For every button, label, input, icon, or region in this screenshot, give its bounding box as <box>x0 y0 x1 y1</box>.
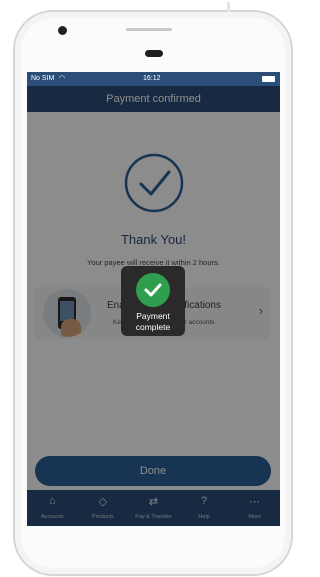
phone-sensor <box>126 28 172 31</box>
payment-complete-toast: Payment complete <box>121 266 185 336</box>
battery-icon <box>262 76 275 82</box>
phone-speaker <box>145 50 163 57</box>
wifi-icon: ◠ <box>59 75 66 82</box>
carrier-label: No SIM <box>31 75 55 82</box>
front-camera <box>58 26 67 35</box>
status-bar: No SIM ◠ 16:12 <box>27 72 280 86</box>
status-time: 16:12 <box>143 75 161 82</box>
app-screen: No SIM ◠ 16:12 Payment confirmed Thank Y… <box>27 72 280 526</box>
toast-message: Payment complete <box>135 311 171 332</box>
phone-side-button <box>227 2 230 12</box>
checkmark-icon <box>136 273 170 307</box>
